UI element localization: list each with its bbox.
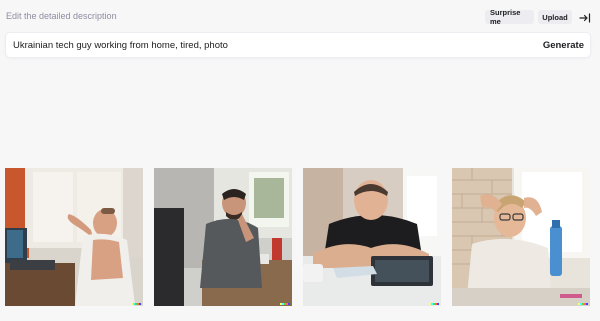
surprise-me-button[interactable]: Surprise me	[485, 8, 534, 26]
watermark-strip	[280, 303, 290, 305]
image-gallery	[5, 168, 595, 306]
prompt-bar: Generate	[6, 33, 590, 57]
photo-man-glasses	[452, 168, 590, 306]
generated-image-4[interactable]	[452, 168, 590, 306]
photo-man-grey-shirt	[154, 168, 292, 306]
generated-image-2[interactable]	[154, 168, 292, 306]
photo-man-tank-top	[5, 168, 143, 306]
generated-image-3[interactable]	[303, 168, 441, 306]
watermark-strip	[131, 303, 141, 305]
hint-text: Edit the detailed description	[6, 11, 117, 21]
generated-image-1[interactable]	[5, 168, 143, 306]
watermark-strip	[429, 303, 439, 305]
top-bar: Edit the detailed description Surprise m…	[6, 8, 594, 26]
generate-button[interactable]: Generate	[543, 37, 584, 53]
watermark-strip	[578, 303, 588, 305]
upload-button[interactable]: Upload	[538, 10, 572, 24]
photo-man-arms-crossed	[303, 168, 441, 306]
arrow-right-to-line-icon[interactable]	[579, 11, 591, 23]
prompt-input[interactable]	[13, 37, 513, 53]
